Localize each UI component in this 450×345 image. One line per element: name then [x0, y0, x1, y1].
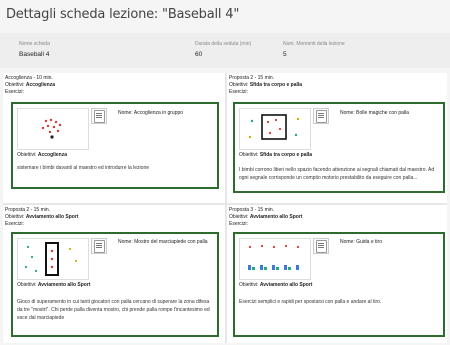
exercise-thumbnail [17, 238, 89, 280]
summary-duration-value: 60 [195, 51, 203, 58]
moment-esercizi: Esercizi: [5, 89, 24, 95]
exercise-document-button[interactable] [313, 238, 329, 254]
obiettivi-label: Obiettivi: [229, 82, 249, 88]
moment-obiettivi: Obiettivi: Avviamento allo Sport [5, 214, 223, 221]
grid-divider-vertical [225, 73, 227, 343]
inner-obiettivi-value: Sfida tra corpo e palla [259, 152, 313, 158]
document-icon [94, 240, 105, 253]
inner-obiettivi-label: Obiettivi: [239, 282, 259, 288]
exercise-document-button[interactable] [91, 108, 107, 124]
obiettivi-value: Sfida tra corpo e palla [249, 82, 303, 88]
exercise-name: Nome: Guida e tiro [340, 239, 382, 245]
page-title: Dettagli scheda lezione: "Baseball 4" [6, 7, 240, 22]
grid-divider-horizontal [3, 203, 447, 205]
exercise-diagram [248, 114, 300, 140]
obiettivi-label: Obiettivi: [5, 214, 25, 220]
nome-label: Nome: [340, 239, 355, 245]
inner-obiettivi-label: Obiettivi: [17, 152, 37, 158]
moment-obiettivi: Obiettivi: Avviamento allo Sport [229, 214, 445, 221]
page: Dettagli scheda lezione: "Baseball 4" No… [0, 0, 450, 345]
moment-heading: Proposta 2 - 15 min. [5, 207, 51, 213]
inner-obiettivi-value: Accoglienza [37, 152, 68, 158]
nome-value: Mostro del marciapiede con palla [134, 239, 208, 245]
exercise-document-button[interactable] [313, 108, 329, 124]
nome-label: Nome: [340, 110, 355, 116]
summary-name: Nome scheda Baseball 4 [19, 41, 50, 58]
obiettivi-label: Obiettivi: [229, 214, 249, 220]
inner-obiettivi-value: Avviamento allo Sport [259, 282, 313, 288]
exercise-thumbnail [17, 108, 89, 150]
lesson-summary: Nome scheda Baseball 4 Durata della sedu… [0, 33, 450, 68]
moment-card-proposta-2: Proposta 2 - 15 min. Obiettivi: Sfida tr… [229, 75, 445, 201]
exercise-name: Nome: Accoglienza in gruppo [118, 110, 183, 116]
exercise-card[interactable]: Nome: Mostro del marciapiede con palla O… [11, 232, 219, 337]
nome-label: Nome: [118, 110, 133, 116]
obiettivi-value: Avviamento allo Sport [25, 214, 79, 220]
exercise-obiettivi: Obiettivi: Accoglienza [17, 152, 67, 158]
summary-duration: Durata della seduta (min) 60 [195, 41, 251, 58]
moment-card-accoglienza: Accoglienza - 10 min. Obiettivi: Accogli… [5, 75, 223, 201]
summary-moments: Num. Momenti della lezione 5 [283, 41, 345, 58]
summary-moments-label: Num. Momenti della lezione [283, 41, 345, 47]
obiettivi-value: Avviamento allo Sport [249, 214, 303, 220]
exercise-thumbnail [239, 238, 311, 280]
moment-card-guida-tiro: Proposta 3 - 15 min. Obiettivi: Avviamen… [229, 207, 445, 341]
inner-obiettivi-label: Obiettivi: [239, 152, 259, 158]
exercise-description: Esercizi semplici e rapidi per spostarsi… [239, 299, 382, 305]
exercise-diagram [41, 118, 62, 139]
document-icon [316, 240, 327, 253]
document-icon [316, 110, 327, 123]
inner-obiettivi-label: Obiettivi: [17, 282, 37, 288]
exercise-obiettivi: Obiettivi: Sfida tra corpo e palla [239, 152, 312, 158]
exercise-name: Nome: Bolle magiche con palla [340, 110, 409, 116]
exercise-card[interactable]: Nome: Guida e tiro Obiettivi: Avviamento… [233, 232, 445, 337]
moment-heading: Proposta 3 - 15 min. [229, 207, 275, 213]
summary-name-label: Nome scheda [19, 41, 50, 47]
exercise-description: sistemare i bimbi davanti al maestro ed … [17, 165, 150, 171]
moment-obiettivi: Obiettivi: Sfida tra corpo e palla [229, 82, 445, 89]
lesson-moments-grid: Accoglienza - 10 min. Obiettivi: Accogli… [3, 73, 447, 343]
nome-label: Nome: [118, 239, 133, 245]
exercise-obiettivi: Obiettivi: Avviamento allo Sport [239, 282, 312, 288]
inner-obiettivi-value: Avviamento allo Sport [37, 282, 91, 288]
summary-moments-value: 5 [283, 51, 287, 58]
summary-name-value: Baseball 4 [19, 51, 50, 58]
moment-heading: Accoglienza - 10 min. [5, 75, 53, 81]
summary-duration-label: Durata della seduta (min) [195, 41, 252, 47]
moment-esercizi: Esercizi: [5, 221, 24, 227]
exercise-description: Gioco di superamento in cui tanti giocat… [17, 299, 210, 321]
moment-heading: Proposta 2 - 15 min. [229, 75, 275, 81]
exercise-thumbnail [239, 108, 311, 150]
moment-esercizi: Esercizi: [229, 221, 248, 227]
exercise-card[interactable]: Nome: Accoglienza in gruppo Obiettivi: A… [11, 102, 219, 189]
exercise-name: Nome: Mostro del marciapiede con palla [118, 239, 208, 245]
nome-value: Accoglienza in gruppo [133, 110, 184, 116]
nome-value: Bolle magiche con palla [356, 110, 409, 116]
obiettivi-value: Accoglienza [25, 82, 56, 88]
exercise-description: I bimbi corrono liberi nello spazio face… [239, 167, 435, 181]
exercise-diagram [248, 244, 300, 270]
exercise-card[interactable]: Nome: Bolle magiche con palla Obiettivi:… [233, 102, 445, 193]
exercise-diagram [24, 242, 78, 276]
moment-esercizi: Esercizi: [229, 89, 248, 95]
moment-obiettivi: Obiettivi: Accoglienza [5, 82, 223, 89]
exercise-obiettivi: Obiettivi: Avviamento allo Sport [17, 282, 90, 288]
nome-value: Guida e tiro [356, 239, 382, 245]
obiettivi-label: Obiettivi: [5, 82, 25, 88]
moment-card-mostro: Proposta 2 - 15 min. Obiettivi: Avviamen… [5, 207, 223, 341]
exercise-document-button[interactable] [91, 238, 107, 254]
document-icon [94, 110, 105, 123]
